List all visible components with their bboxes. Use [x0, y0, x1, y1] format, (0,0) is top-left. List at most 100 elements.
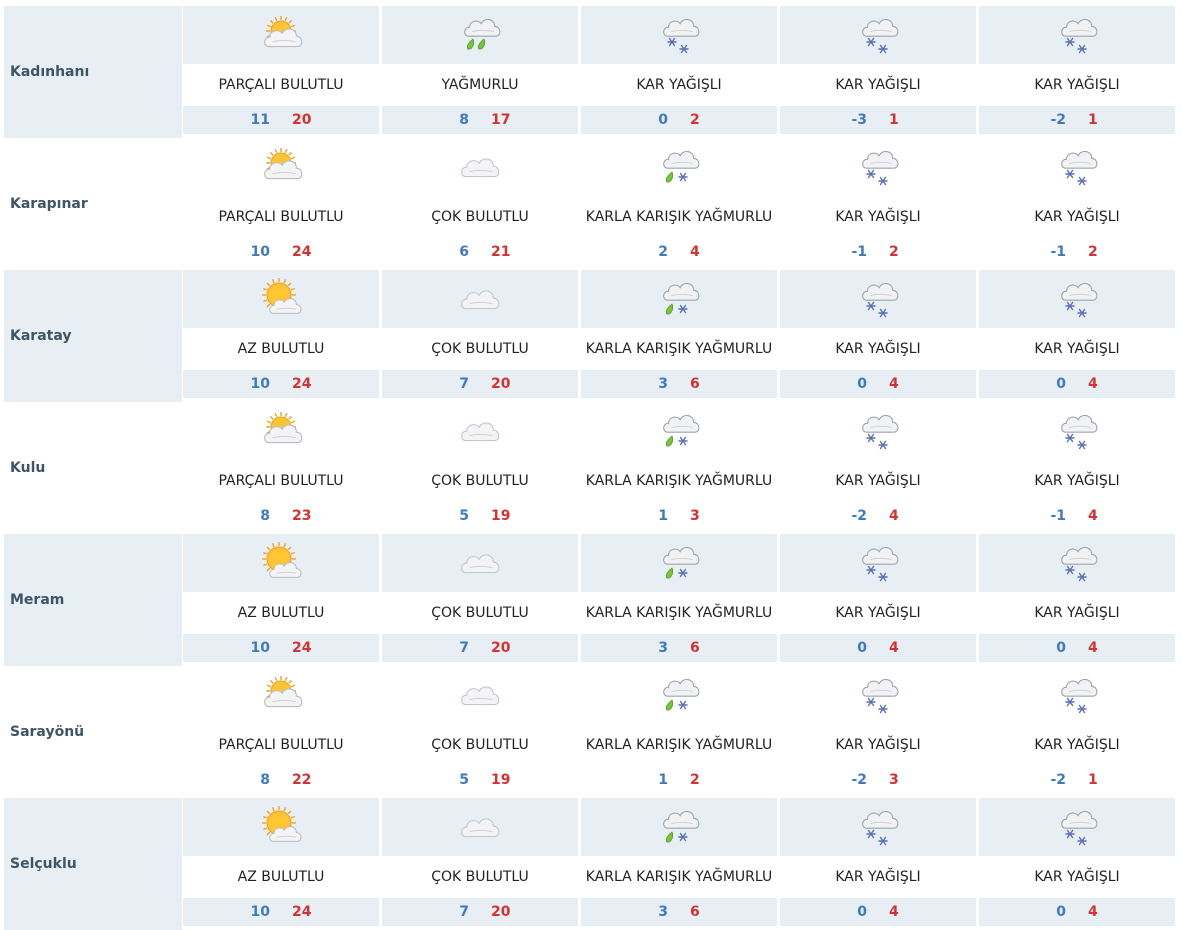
min-temperature: 10 — [250, 244, 270, 260]
min-temperature: 3 — [658, 640, 668, 656]
day-forecast: AZ BULUTLU 10 24 — [183, 798, 379, 930]
cloudy-icon — [382, 798, 578, 856]
day-forecast: KAR YAĞIŞLI -3 1 — [780, 6, 976, 138]
weather-description: AZ BULUTLU — [237, 869, 325, 885]
mostly-sunny-icon — [183, 270, 379, 328]
mostly-sunny-icon — [183, 798, 379, 856]
temperature-range: -1 4 — [979, 502, 1175, 530]
max-temperature: 4 — [1088, 640, 1098, 656]
max-temperature: 19 — [491, 772, 511, 788]
temperature-range: -1 2 — [780, 238, 976, 266]
min-temperature: 10 — [250, 376, 270, 392]
max-temperature: 23 — [292, 508, 312, 524]
weather-description: KARLA KARIŞIK YAĞMURLU — [585, 473, 773, 489]
min-temperature: 1 — [658, 772, 668, 788]
snow-icon — [780, 402, 976, 460]
max-temperature: 1 — [1088, 112, 1098, 128]
max-temperature: 4 — [1088, 508, 1098, 524]
weather-description: KAR YAĞIŞLI — [835, 77, 921, 93]
max-temperature: 2 — [690, 772, 700, 788]
max-temperature: 24 — [292, 244, 312, 260]
min-temperature: 2 — [658, 244, 668, 260]
day-forecast: KAR YAĞIŞLI 0 4 — [979, 534, 1175, 666]
weather-description: KAR YAĞIŞLI — [835, 341, 921, 357]
min-temperature: 3 — [658, 376, 668, 392]
day-forecast: KAR YAĞIŞLI -1 2 — [979, 138, 1175, 270]
weather-description: KAR YAĞIŞLI — [835, 473, 921, 489]
day-forecast: PARÇALI BULUTLU 10 24 — [183, 138, 379, 270]
max-temperature: 6 — [690, 376, 700, 392]
temperature-range: 3 6 — [581, 634, 777, 662]
partial-day-cell — [979, 918, 1175, 924]
max-temperature: 20 — [491, 376, 511, 392]
city-row: Selçuklu AZ BULUTLU 10 24 ÇOK BULUTLU 7 … — [4, 798, 1178, 930]
min-temperature: 5 — [459, 508, 469, 524]
max-temperature: 1 — [889, 112, 899, 128]
day-forecast: KAR YAĞIŞLI -2 1 — [979, 666, 1175, 798]
weather-description: AZ BULUTLU — [237, 605, 325, 621]
max-temperature: 24 — [292, 376, 312, 392]
weather-description: ÇOK BULUTLU — [431, 209, 529, 225]
snow-icon — [780, 534, 976, 592]
temperature-range: 0 4 — [979, 370, 1175, 398]
temperature-range: -3 1 — [780, 106, 976, 134]
day-forecast: KAR YAĞIŞLI 0 4 — [979, 798, 1175, 930]
min-temperature: 1 — [658, 508, 668, 524]
rain-icon — [382, 6, 578, 64]
weather-description: KARLA KARIŞIK YAĞMURLU — [585, 605, 773, 621]
weather-description: YAĞMURLU — [441, 77, 519, 93]
day-forecast: AZ BULUTLU 10 24 — [183, 534, 379, 666]
temperature-range: -2 3 — [780, 766, 976, 794]
max-temperature: 2 — [1088, 244, 1098, 260]
temperature-range: -2 1 — [979, 766, 1175, 794]
snow-icon — [780, 138, 976, 196]
min-temperature: -3 — [851, 112, 867, 128]
weather-description: KARLA KARIŞIK YAĞMURLU — [585, 869, 773, 885]
min-temperature: 8 — [260, 772, 270, 788]
partly-cloudy-icon — [183, 6, 379, 64]
city-name: Meram — [4, 534, 182, 666]
partly-cloudy-icon — [183, 402, 379, 460]
day-forecast: KARLA KARIŞIK YAĞMURLU 1 3 — [581, 402, 777, 534]
day-forecast: KAR YAĞIŞLI -1 2 — [780, 138, 976, 270]
min-temperature: 7 — [459, 640, 469, 656]
day-forecast: KAR YAĞIŞLI 0 2 — [581, 6, 777, 138]
temperature-range: 7 20 — [382, 634, 578, 662]
min-temperature: 0 — [857, 640, 867, 656]
snow-icon — [979, 534, 1175, 592]
city-row: Kadınhanı PARÇALI BULUTLU 11 20 YAĞMURLU… — [4, 6, 1178, 138]
weather-description: ÇOK BULUTLU — [431, 869, 529, 885]
max-temperature: 24 — [292, 640, 312, 656]
max-temperature: 4 — [889, 640, 899, 656]
temperature-range: 5 19 — [382, 502, 578, 530]
temperature-range: 11 20 — [183, 106, 379, 134]
temperature-range: -2 1 — [979, 106, 1175, 134]
temperature-range: 2 4 — [581, 238, 777, 266]
min-temperature: 0 — [1056, 640, 1066, 656]
city-name: Kadınhanı — [4, 6, 182, 138]
city-name: Karapınar — [10, 196, 88, 212]
min-temperature: -1 — [851, 244, 867, 260]
sleet-icon — [581, 798, 777, 856]
temperature-range: 6 21 — [382, 238, 578, 266]
weather-description: KAR YAĞIŞLI — [636, 77, 722, 93]
max-temperature: 4 — [1088, 376, 1098, 392]
partial-day-cell — [780, 918, 976, 924]
day-forecast: PARÇALI BULUTLU 8 23 — [183, 402, 379, 534]
city-name: Kulu — [10, 460, 46, 476]
max-temperature: 22 — [292, 772, 312, 788]
city-name: Selçuklu — [4, 798, 182, 930]
temperature-range: 8 23 — [183, 502, 379, 530]
max-temperature: 4 — [889, 508, 899, 524]
forecast-table: Kadınhanı PARÇALI BULUTLU 11 20 YAĞMURLU… — [0, 0, 1182, 930]
min-temperature: 8 — [260, 508, 270, 524]
snow-icon — [979, 666, 1175, 724]
min-temperature: -2 — [851, 508, 867, 524]
min-temperature: -2 — [1050, 772, 1066, 788]
day-forecast: YAĞMURLU 8 17 — [382, 6, 578, 138]
temperature-range: 0 4 — [780, 634, 976, 662]
max-temperature: 6 — [690, 640, 700, 656]
cloudy-icon — [382, 534, 578, 592]
partly-cloudy-icon — [183, 666, 379, 724]
partial-day-cell — [183, 918, 379, 924]
